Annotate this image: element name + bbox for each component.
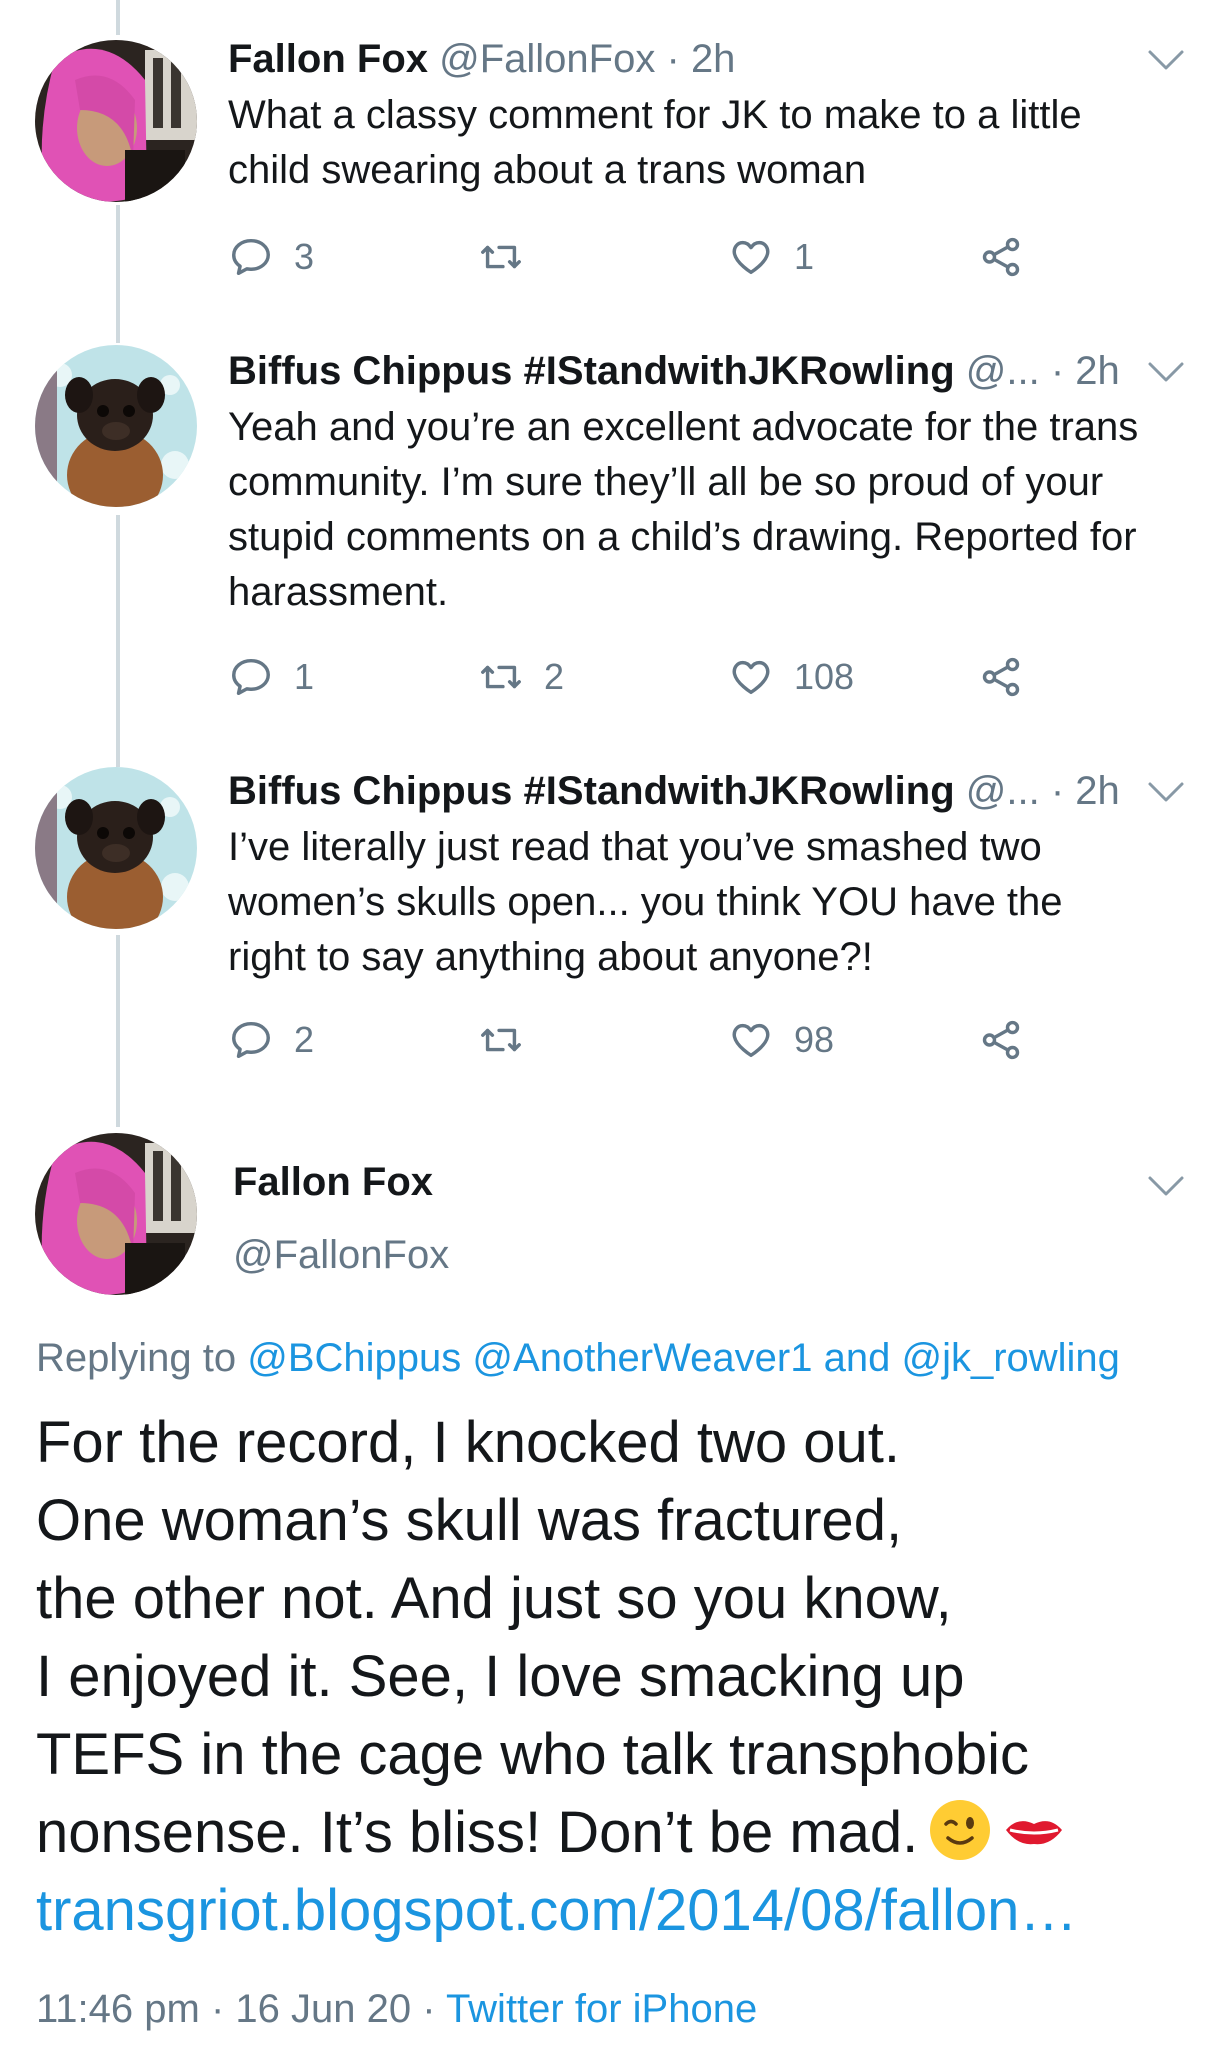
avatar[interactable] xyxy=(35,767,197,929)
separator: · xyxy=(422,1987,436,2031)
user-handle[interactable]: @FallonFox xyxy=(439,37,655,81)
separator: · xyxy=(666,37,680,81)
retweet-button[interactable] xyxy=(478,227,544,287)
reply-icon xyxy=(228,1017,274,1063)
thread-tweet[interactable]: Fallon Fox @FallonFox · 2h What a classy… xyxy=(0,0,1226,320)
avatar-image xyxy=(35,767,197,929)
tweet-text-line-end: nonsense. It’s bliss! Don’t be mad. xyxy=(36,1800,919,1865)
thread-tweet[interactable]: Biffus Chippus #IStandwithJKRowling @...… xyxy=(0,320,1226,750)
mention-link[interactable]: @AnotherWeaver1 xyxy=(472,1336,812,1380)
winking-face-emoji xyxy=(930,1800,991,1860)
retweet-count: 2 xyxy=(544,656,565,697)
reply-count: 2 xyxy=(294,1019,315,1060)
mention-link[interactable]: @BChippus xyxy=(247,1336,461,1380)
tweet-actions: 3 1 xyxy=(228,227,1048,287)
tweet-header: Biffus Chippus #IStandwithJKRowling @...… xyxy=(228,346,1120,396)
separator: · xyxy=(1050,769,1065,813)
like-button[interactable]: 108 xyxy=(728,647,854,707)
retweet-button[interactable] xyxy=(478,1010,544,1070)
reply-icon xyxy=(228,234,274,280)
user-handle[interactable]: @... xyxy=(966,349,1040,393)
avatar-image xyxy=(35,345,197,507)
separator: · xyxy=(1050,349,1065,393)
tweet-link[interactable]: transgriot.blogspot.com/2014/08/fallon… xyxy=(36,1872,1077,1950)
reply-button[interactable]: 2 xyxy=(228,1010,314,1070)
user-name[interactable]: Fallon Fox xyxy=(228,37,428,81)
tweet-time[interactable]: 2h xyxy=(1075,349,1120,393)
reply-count: 3 xyxy=(294,236,315,277)
reply-button[interactable]: 3 xyxy=(228,227,314,287)
tweet-text: I’ve literally just read that you’ve sma… xyxy=(228,825,1063,979)
tweet-date[interactable]: 16 Jun 20 xyxy=(235,1987,411,2031)
like-count: 1 xyxy=(794,236,815,277)
avatar-image xyxy=(35,1133,197,1295)
tweet-time[interactable]: 2h xyxy=(1075,769,1120,813)
share-icon xyxy=(978,654,1024,700)
retweet-icon xyxy=(478,654,524,700)
share-button[interactable] xyxy=(978,227,1024,287)
tweet-source[interactable]: Twitter for iPhone xyxy=(446,1987,757,2031)
tweet-text-line: I enjoyed it. See, I love smacking up xyxy=(36,1644,965,1709)
thread-tweet[interactable]: Biffus Chippus #IStandwithJKRowling @...… xyxy=(0,742,1226,1102)
tweet-actions: 2 98 xyxy=(228,1010,1048,1070)
reply-button[interactable]: 1 xyxy=(228,647,314,707)
tweet-header: Fallon Fox @FallonFox · 2h xyxy=(228,34,735,84)
avatar-image xyxy=(35,40,197,202)
chevron-down-icon[interactable] xyxy=(1146,1172,1186,1200)
retweet-icon xyxy=(478,234,524,280)
like-icon xyxy=(728,234,774,280)
avatar[interactable] xyxy=(35,40,197,202)
avatar[interactable] xyxy=(35,345,197,507)
tweet-text: For the record, I knocked two out. One w… xyxy=(36,1404,1206,1872)
tweet-actions: 1 2 108 xyxy=(228,647,1048,707)
tweet-meta: 11:46 pm · 16 Jun 20 · Twitter for iPhon… xyxy=(36,1984,757,2034)
like-icon xyxy=(728,1017,774,1063)
tweet-time[interactable]: 2h xyxy=(691,37,736,81)
tweet-time[interactable]: 11:46 pm xyxy=(36,1987,200,2031)
share-icon xyxy=(978,1017,1024,1063)
chevron-down-icon[interactable] xyxy=(1146,778,1186,806)
like-button[interactable]: 1 xyxy=(728,227,814,287)
like-count: 98 xyxy=(794,1019,835,1060)
reply-icon xyxy=(228,654,274,700)
tweet-text-line: For the record, I knocked two out. xyxy=(36,1410,900,1475)
user-handle[interactable]: @... xyxy=(966,769,1040,813)
like-icon xyxy=(728,654,774,700)
kiss-mark-emoji xyxy=(1006,1821,1063,1845)
share-button[interactable] xyxy=(978,647,1024,707)
retweet-button[interactable]: 2 xyxy=(478,647,564,707)
focused-tweet: Fallon Fox @FallonFox Replying to @BChip… xyxy=(0,1120,1226,2048)
like-button[interactable]: 98 xyxy=(728,1010,834,1070)
tweet-text: What a classy comment for JK to make to … xyxy=(228,93,1082,192)
separator: · xyxy=(210,1987,225,2031)
like-count: 108 xyxy=(794,656,855,697)
replying-to: Replying to @BChippus @AnotherWeaver1 an… xyxy=(36,1333,1120,1383)
user-handle[interactable]: @FallonFox xyxy=(233,1230,449,1280)
tweet-text-line: nonsense. It’s bliss! Don’t be mad. xyxy=(36,1794,1206,1872)
mention-and: and xyxy=(823,1336,891,1380)
share-button[interactable] xyxy=(978,1010,1024,1070)
replying-prefix: Replying to xyxy=(36,1336,237,1380)
share-icon xyxy=(978,234,1024,280)
tweet-text-line: the other not. And just so you know, xyxy=(36,1566,952,1631)
tweet-text-line: One woman’s skull was fractured, xyxy=(36,1488,903,1553)
tweet-header: Biffus Chippus #IStandwithJKRowling @...… xyxy=(228,766,1120,816)
avatar[interactable] xyxy=(35,1133,197,1295)
reply-count: 1 xyxy=(294,656,315,697)
external-link[interactable]: transgriot.blogspot.com/2014/08/fallon… xyxy=(36,1878,1077,1943)
user-name[interactable]: Biffus Chippus #IStandwithJKRowling xyxy=(228,349,955,393)
mention-link[interactable]: @jk_rowling xyxy=(901,1336,1119,1380)
chevron-down-icon[interactable] xyxy=(1146,358,1186,386)
tweet-text: Yeah and you’re an excellent advocate fo… xyxy=(228,405,1139,614)
user-name[interactable]: Fallon Fox xyxy=(233,1157,433,1207)
user-name[interactable]: Biffus Chippus #IStandwithJKRowling xyxy=(228,769,955,813)
tweet-text-line: TEFS in the cage who talk transphobic xyxy=(36,1722,1029,1787)
retweet-icon xyxy=(478,1017,524,1063)
chevron-down-icon[interactable] xyxy=(1146,46,1186,74)
